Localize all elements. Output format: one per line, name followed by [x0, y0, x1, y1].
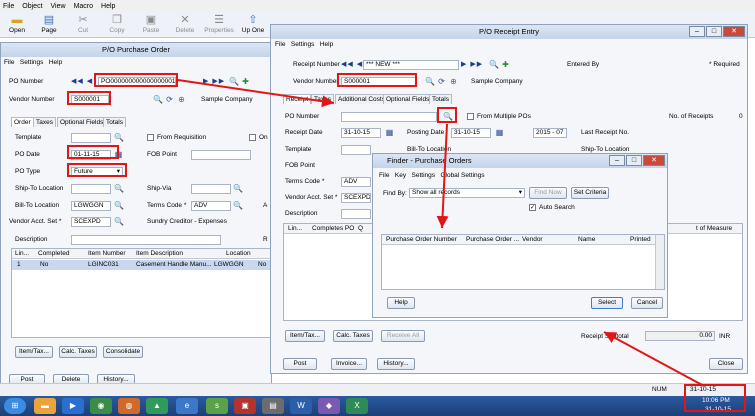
- arrow-finder-to-list: [436, 123, 449, 229]
- arrow-date-to-receipt: [603, 331, 705, 387]
- arrow-po-to-receipt: [177, 79, 335, 108]
- annotation-arrows: [177, 79, 705, 387]
